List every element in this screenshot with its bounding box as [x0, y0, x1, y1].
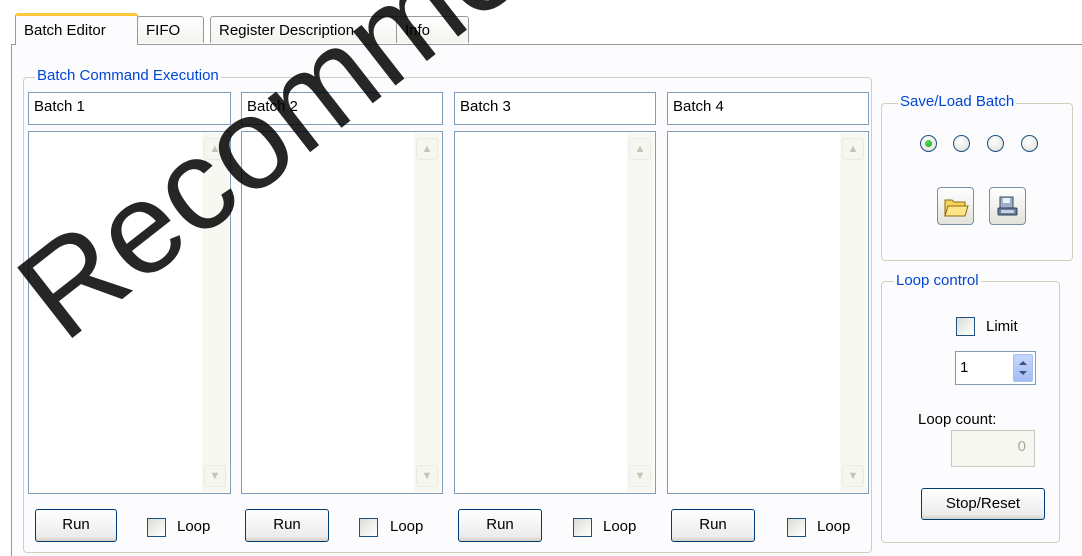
batch-3-name-field[interactable]: Batch 3: [454, 92, 656, 125]
tab-label: FIFO: [146, 22, 181, 39]
batch-2-scrollbar[interactable]: ▲ ▼: [414, 133, 441, 492]
tab-label: Info: [405, 22, 431, 39]
batch-2-loop-label: Loop: [390, 518, 424, 535]
scroll-up-arrow-icon[interactable]: ▲: [416, 138, 438, 160]
tab-batch-editor[interactable]: Batch Editor: [15, 13, 138, 45]
batch-3-loop-checkbox[interactable]: [573, 518, 592, 537]
batch-4-loop-label: Loop: [817, 518, 851, 535]
tab-register-description[interactable]: Register Description: [210, 16, 397, 43]
batch-2-name-text: Batch 2: [247, 98, 298, 115]
scroll-up-arrow-icon[interactable]: ▲: [629, 138, 651, 160]
save-disk-icon: [997, 196, 1018, 216]
batch-4-name-field[interactable]: Batch 4: [667, 92, 869, 125]
scroll-down-arrow-icon[interactable]: ▼: [416, 465, 438, 487]
batch-1-loop-label: Loop: [177, 518, 211, 535]
batch-2-loop-checkbox[interactable]: [359, 518, 378, 537]
save-load-group: [881, 103, 1073, 261]
batch-3-loop-label: Loop: [603, 518, 637, 535]
batch-4-scrollbar[interactable]: ▲ ▼: [840, 133, 867, 492]
loop-limit-value: 1: [960, 359, 969, 376]
tab-label: Batch Editor: [24, 22, 106, 39]
batch-4-run-button[interactable]: Run: [671, 509, 755, 542]
scroll-up-arrow-icon[interactable]: ▲: [204, 138, 226, 160]
batch-command-group-title: Batch Command Execution: [35, 67, 221, 84]
stop-reset-button[interactable]: Stop/Reset: [921, 488, 1045, 520]
loop-count-label: Loop count:: [918, 411, 997, 428]
save-load-group-title: Save/Load Batch: [898, 93, 1017, 110]
batch-slot-2-radio[interactable]: [953, 135, 970, 152]
scroll-down-arrow-icon[interactable]: ▼: [204, 465, 226, 487]
batch-slot-4-radio[interactable]: [1021, 135, 1038, 152]
batch-slot-1-radio[interactable]: [920, 135, 937, 152]
save-batch-button[interactable]: [989, 187, 1026, 225]
folder-open-icon: [944, 199, 969, 217]
batch-3-command-list[interactable]: ▲ ▼: [454, 131, 656, 494]
tab-info[interactable]: Info: [396, 16, 469, 43]
batch-1-run-button[interactable]: Run: [35, 509, 117, 542]
tab-label: Register Description: [219, 22, 355, 39]
batch-4-command-list[interactable]: ▲ ▼: [667, 131, 869, 494]
loop-limit-stepper[interactable]: 1: [955, 351, 1036, 385]
radio-selected-dot: [925, 140, 932, 147]
batch-1-name-text: Batch 1: [34, 98, 85, 115]
batch-1-command-list[interactable]: ▲ ▼: [28, 131, 231, 494]
loop-count-field: 0: [951, 430, 1035, 467]
limit-label: Limit: [986, 318, 1018, 335]
scroll-down-arrow-icon[interactable]: ▼: [842, 465, 864, 487]
batch-2-name-field[interactable]: Batch 2: [241, 92, 443, 125]
tab-fifo[interactable]: FIFO: [137, 16, 204, 43]
batch-3-run-button[interactable]: Run: [458, 509, 542, 542]
batch-1-name-field[interactable]: Batch 1: [28, 92, 231, 125]
loop-control-group-title: Loop control: [894, 272, 981, 289]
scroll-down-arrow-icon[interactable]: ▼: [629, 465, 651, 487]
spin-up-down-icon[interactable]: [1013, 354, 1033, 382]
batch-2-command-list[interactable]: ▲ ▼: [241, 131, 443, 494]
limit-checkbox[interactable]: [956, 317, 975, 336]
batch-3-scrollbar[interactable]: ▲ ▼: [627, 133, 654, 492]
batch-1-loop-checkbox[interactable]: [147, 518, 166, 537]
batch-4-loop-checkbox[interactable]: [787, 518, 806, 537]
scroll-up-arrow-icon[interactable]: ▲: [842, 138, 864, 160]
batch-4-name-text: Batch 4: [673, 98, 724, 115]
batch-slot-3-radio[interactable]: [987, 135, 1004, 152]
batch-3-name-text: Batch 3: [460, 98, 511, 115]
batch-1-scrollbar[interactable]: ▲ ▼: [202, 133, 229, 492]
load-batch-button[interactable]: [937, 187, 974, 225]
batch-2-run-button[interactable]: Run: [245, 509, 329, 542]
